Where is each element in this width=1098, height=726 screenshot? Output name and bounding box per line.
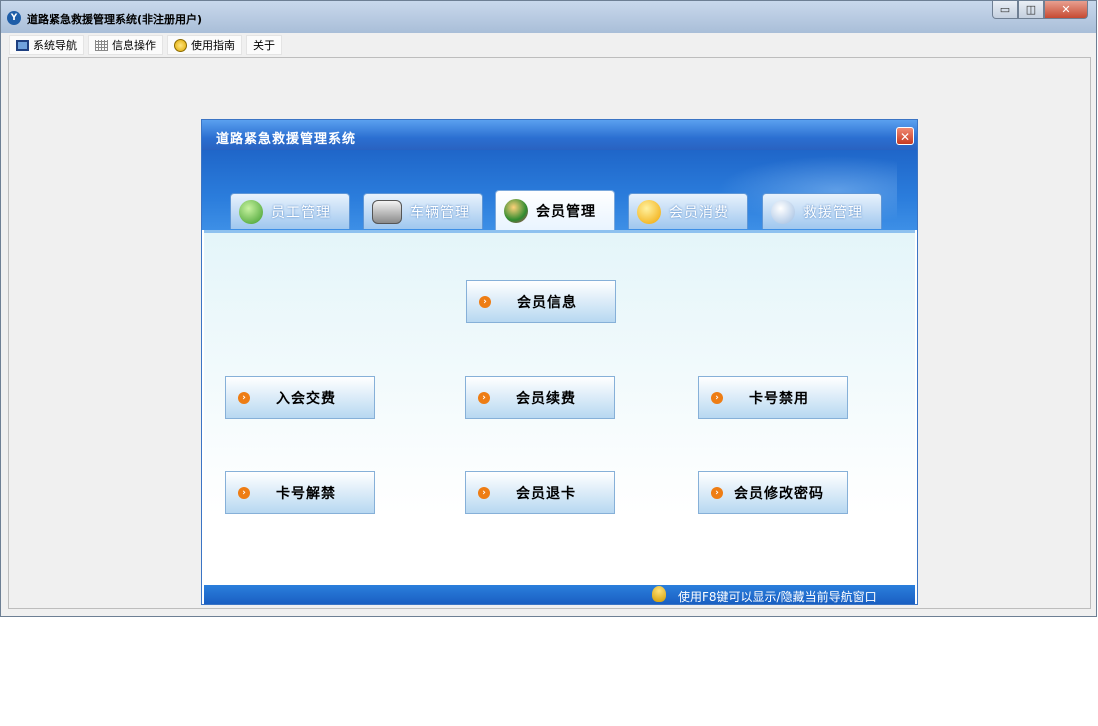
button-label: 入会交费	[276, 390, 336, 407]
menu-user-guide[interactable]: 使用指南	[167, 35, 242, 55]
tab-member-management[interactable]: 会员管理	[495, 190, 615, 230]
join-fee-button[interactable]: › 入会交费	[225, 376, 375, 419]
tab-member-consumption[interactable]: 会员消费	[628, 193, 748, 229]
change-password-button[interactable]: › 会员修改密码	[698, 471, 848, 514]
arrow-icon: ›	[478, 486, 490, 499]
member-info-button[interactable]: › 会员信息	[466, 280, 616, 323]
dialog-close-button[interactable]: ✕	[896, 127, 914, 145]
button-label: 卡号解禁	[276, 485, 336, 502]
menu-info-operation[interactable]: 信息操作	[88, 35, 163, 55]
tab-label: 员工管理	[271, 204, 331, 221]
close-button[interactable]: ✕	[1044, 1, 1088, 19]
arrow-icon: ›	[238, 391, 250, 404]
tab-rescue-management[interactable]: 救援管理	[762, 193, 882, 229]
member-icon	[504, 198, 528, 223]
grid-icon	[95, 39, 108, 51]
tab-label: 车辆管理	[410, 204, 470, 221]
rescue-icon	[771, 199, 795, 224]
app-logo-icon: Y	[7, 11, 21, 25]
dialog-title: 道路紧急救援管理系统	[216, 132, 357, 147]
menu-system-nav[interactable]: 系统导航	[9, 35, 84, 55]
menu-about[interactable]: 关于	[246, 35, 282, 55]
window-controls: ▭ ◫ ✕	[992, 1, 1088, 21]
arrow-icon: ›	[711, 486, 723, 499]
arrow-icon: ›	[479, 295, 491, 308]
title-bar[interactable]: Y 道路紧急救援管理系统(非注册用户) ▭ ◫ ✕	[1, 1, 1096, 33]
tab-label: 会员消费	[669, 204, 729, 221]
card-disable-button[interactable]: › 卡号禁用	[698, 376, 848, 419]
button-label: 卡号禁用	[749, 390, 809, 407]
user-tip-icon	[652, 586, 666, 602]
button-label: 会员续费	[516, 390, 576, 407]
menu-label: 信息操作	[112, 39, 156, 52]
status-text: 使用F8键可以显示/隐藏当前导航窗口	[678, 590, 877, 604]
arrow-icon: ›	[238, 486, 250, 499]
menu-bar: 系统导航 信息操作 使用指南 关于	[9, 35, 282, 55]
menu-label: 系统导航	[33, 39, 77, 52]
button-label: 会员修改密码	[734, 485, 824, 502]
tab-label: 救援管理	[803, 204, 863, 221]
staff-icon	[239, 199, 263, 224]
restore-button[interactable]: ◫	[1018, 1, 1044, 19]
button-label: 会员信息	[517, 294, 577, 311]
car-icon	[372, 199, 402, 224]
tab-staff-management[interactable]: 员工管理	[230, 193, 350, 229]
dialog-status-bar: 使用F8键可以显示/隐藏当前导航窗口	[204, 585, 915, 604]
nav-dialog: 道路紧急救援管理系统 ✕ 员工管理 车辆管理 会员管理 会员消费 救援管理 › …	[201, 119, 918, 605]
menu-label: 使用指南	[191, 39, 235, 52]
monitor-icon	[16, 39, 29, 51]
minimize-button[interactable]: ▭	[992, 1, 1018, 19]
member-return-card-button[interactable]: › 会员退卡	[465, 471, 615, 514]
card-enable-button[interactable]: › 卡号解禁	[225, 471, 375, 514]
tab-content: › 会员信息 › 入会交费 › 会员续费 › 卡号禁用 › 卡号解禁 › 会员退…	[204, 230, 915, 584]
consume-icon	[637, 199, 661, 224]
button-label: 会员退卡	[516, 485, 576, 502]
window-title: 道路紧急救援管理系统(非注册用户)	[27, 13, 203, 26]
dialog-title-bar[interactable]: 道路紧急救援管理系统 ✕	[202, 120, 917, 150]
renew-fee-button[interactable]: › 会员续费	[465, 376, 615, 419]
help-icon	[174, 38, 187, 52]
arrow-icon: ›	[711, 391, 723, 404]
arrow-icon: ›	[478, 391, 490, 404]
menu-label: 关于	[253, 39, 275, 52]
tab-vehicle-management[interactable]: 车辆管理	[363, 193, 483, 229]
tab-label: 会员管理	[536, 203, 596, 220]
